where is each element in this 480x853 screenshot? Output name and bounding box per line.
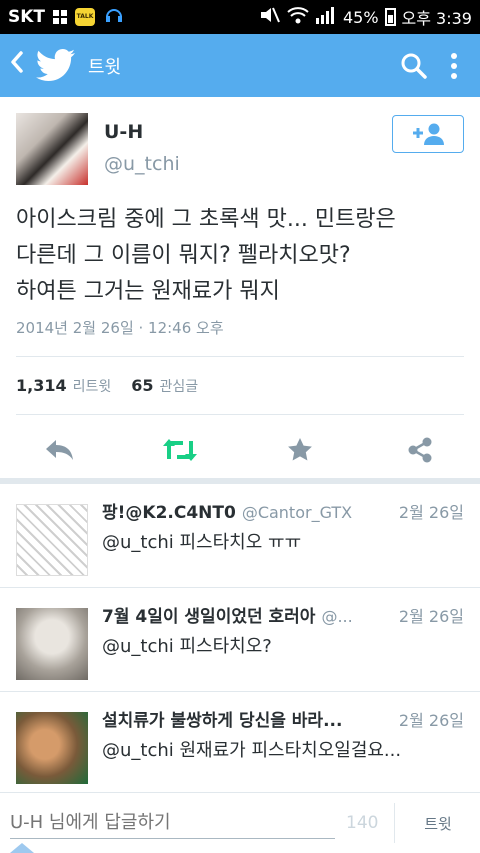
reply-input[interactable]: [10, 807, 335, 839]
app-header: 트윗: [0, 34, 480, 97]
reply-author-name: 7월 4일이 생일이었던 호러아: [102, 607, 316, 626]
favorite-label[interactable]: 관심글: [160, 376, 199, 396]
retweet-label[interactable]: 리트윗: [73, 376, 112, 396]
clock: 오후 3:39: [401, 9, 472, 28]
reply-author-handle: @Cantor_GTX: [241, 503, 353, 522]
back-button[interactable]: [2, 50, 32, 81]
reply-compose-bar: 140 트윗: [0, 792, 480, 853]
battery-icon: [384, 8, 396, 26]
divider: [16, 356, 464, 357]
headset-icon: [103, 4, 125, 31]
tweet-text-line: 하여튼 그거는 원재료가 뭐지: [16, 279, 280, 304]
star-icon: [288, 438, 312, 461]
follow-button[interactable]: [392, 115, 464, 153]
reply-date: 2월 26일: [398, 503, 464, 522]
more-vertical-icon: [451, 52, 457, 79]
reply-author-name: 팡!@K2.C4NT0: [102, 503, 236, 522]
reply-text: @u_tchi 원재료가 피스타치오일걸요...: [102, 740, 402, 761]
retweet-button[interactable]: [120, 424, 240, 476]
author-name[interactable]: U-H: [104, 121, 143, 143]
search-icon: [401, 53, 427, 79]
avatar[interactable]: [16, 113, 88, 185]
add-user-icon: [413, 123, 444, 145]
battery-percent: 45%: [342, 7, 379, 27]
send-tweet-button[interactable]: 트윗: [400, 803, 476, 843]
retweet-count[interactable]: 1,314: [16, 376, 67, 395]
kakaotalk-icon: TALK: [75, 8, 96, 26]
reply-text: @u_tchi 피스타치오 ㅠㅠ: [102, 532, 302, 553]
favorite-count[interactable]: 65: [131, 376, 153, 395]
tweet-text-line: 아이스크림 중에 그 초록색 맛... 민트랑은: [16, 207, 396, 232]
reply-item[interactable]: 7월 4일이 생일이었던 호러아 @... 2월 26일 @u_tchi 피스타…: [0, 588, 480, 692]
signal-icon: [315, 6, 337, 28]
twitter-bird-icon: [36, 48, 75, 81]
avatar[interactable]: [16, 504, 88, 576]
tweet-timestamp: 2014년 2월 26일 · 12:46 오후: [16, 319, 224, 337]
wifi-icon: [287, 6, 309, 28]
header-title: 트윗: [88, 56, 122, 78]
favorite-button[interactable]: [240, 424, 360, 476]
tweet-author: U-H @u_tchi: [16, 113, 464, 185]
reply-date: 2월 26일: [398, 607, 464, 626]
tweet-text-line: 다른데 그 이름이 뭐지? 펠라치오맛?: [16, 243, 351, 268]
share-button[interactable]: [360, 424, 480, 476]
reply-button[interactable]: [0, 424, 120, 476]
reply-date: 2월 26일: [398, 711, 464, 730]
reply-icon: [46, 440, 73, 460]
avatar[interactable]: [16, 712, 88, 784]
retweet-icon: [163, 439, 197, 461]
chevron-left-icon: [11, 51, 23, 73]
search-button[interactable]: [394, 46, 434, 86]
reply-author-name: 설치류가 불쌍하게 당신을 바라...: [102, 711, 343, 730]
tweet-text: 아이스크림 중에 그 초록색 맛... 민트랑은 다른데 그 이름이 뭐지? 펠…: [16, 202, 466, 310]
tweet-stats: 1,314 리트윗 65 관심글: [16, 376, 218, 396]
reply-item[interactable]: 설치류가 불쌍하게 당신을 바라... 2월 26일 @u_tchi 원재료가 …: [0, 692, 480, 796]
reply-author-handle: @...: [321, 607, 353, 626]
tweet-actions: [0, 424, 480, 476]
avatar[interactable]: [16, 608, 88, 680]
status-bar: SKT TALK 45% 오후 3:39: [0, 0, 480, 34]
divider: [16, 414, 464, 415]
divider: [394, 803, 395, 843]
reply-text: @u_tchi 피스타치오?: [102, 636, 272, 657]
char-counter: 140: [346, 813, 379, 833]
author-handle[interactable]: @u_tchi: [104, 153, 180, 175]
mute-icon: [259, 6, 281, 28]
overflow-menu-button[interactable]: [434, 46, 474, 86]
reply-item[interactable]: 팡!@K2.C4NT0 @Cantor_GTX 2월 26일 @u_tchi 피…: [0, 484, 480, 588]
app-grid-icon: [53, 10, 68, 24]
input-indicator: [10, 843, 34, 853]
carrier-label: SKT: [8, 7, 46, 27]
share-icon: [408, 437, 432, 463]
